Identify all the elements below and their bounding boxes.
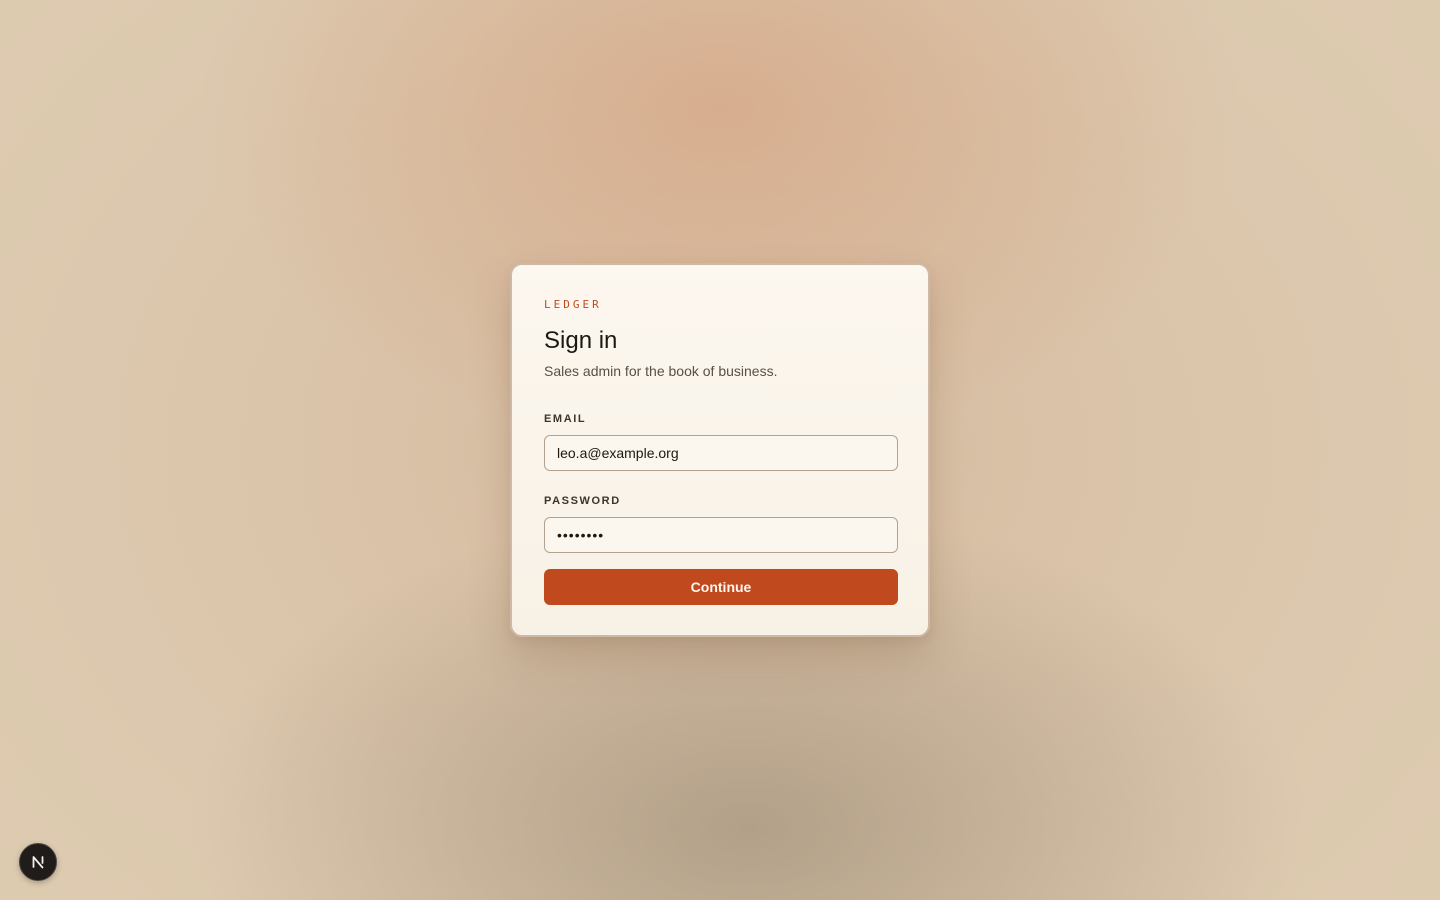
password-field[interactable] — [544, 517, 898, 553]
page-subtitle: Sales admin for the book of business. — [544, 363, 778, 379]
continue-button[interactable]: Continue — [544, 569, 898, 605]
page-title: Sign in — [544, 327, 618, 354]
password-label: PASSWORD — [544, 495, 621, 507]
nextjs-logo-icon — [32, 856, 44, 869]
email-label: EMAIL — [544, 413, 587, 425]
brand-wordmark: LEDGER — [544, 298, 602, 311]
signin-card: LEDGER Sign in Sales admin for the book … — [510, 263, 930, 637]
email-field[interactable] — [544, 435, 898, 471]
nextjs-dev-badge[interactable] — [19, 843, 57, 881]
